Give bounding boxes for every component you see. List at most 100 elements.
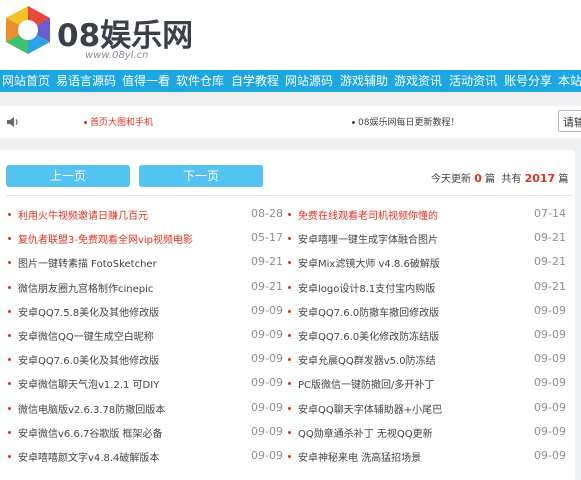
list-item[interactable]: 安卓Mix滤镜大师 v4.8.6破解版 09-21 (288, 255, 568, 273)
article-title-link[interactable]: 安卓logo设计8.1支付宝内购版 (298, 280, 435, 295)
logo-subtitle: www.08yl.cn (85, 50, 149, 61)
article-date: 09-21 (251, 279, 283, 293)
list-item[interactable]: 安卓微信v6.6.7谷歌版 框架必备 09-09 (8, 425, 285, 443)
article-title-link[interactable]: 图片一键转素描 FotoSketcher (18, 255, 157, 270)
article-date: 09-21 (534, 279, 566, 293)
bullet-dot-icon (8, 406, 11, 410)
prev-page-button[interactable]: 上一页 (6, 165, 130, 187)
nav-item-game-news[interactable]: 游戏资讯 (394, 70, 442, 92)
list-item[interactable]: 安卓QQ7.6.0美化及其他修改版 09-09 (8, 352, 285, 370)
nav-item-site-source[interactable]: 网站源码 (285, 70, 333, 92)
list-item[interactable]: 安卓QQ7.6.0防撤车撤回修改版 09-09 (288, 304, 568, 322)
list-item[interactable]: 微信朋友圈九宫格制作cinepic 09-21 (8, 280, 285, 298)
list-item[interactable]: 安卓嘻嘻颜文字v4.8.4破解版本 09-09 (8, 449, 285, 467)
main-nav: 网站首页 易语言源码 值得一看 软件仓库 自学教程 网站源码 游戏辅助 游戏资讯… (0, 70, 581, 92)
article-title-link[interactable]: 利用火牛视频邀请日赚几百元 (18, 207, 148, 222)
bullet-dot-icon (288, 285, 291, 289)
article-title-link[interactable]: PC版微信一键防撤回/多开补丁 (298, 376, 434, 391)
nav-item-site[interactable]: 本站 (558, 70, 581, 92)
article-title-link[interactable]: 微信朋友圈九宫格制作cinepic (18, 280, 153, 295)
list-item[interactable]: 安卓微信QQ一键生成空白昵称 09-09 (8, 328, 285, 346)
list-item[interactable]: 微信电脑版v2.6.3.78防撤回版本 09-09 (8, 401, 285, 419)
list-item[interactable]: 复仇者联盟3-免费观看全网vip视频电影 05-17 (8, 231, 285, 249)
list-item[interactable]: 安卓QQ聊天字体辅助器+小尾巴 09-09 (288, 401, 568, 419)
logo-text[interactable]: 08娱乐网 (57, 10, 193, 55)
list-item[interactable]: 安卓允晨QQ群发器v5.0防冻结 09-09 (288, 352, 568, 370)
article-title-link[interactable]: 安卓嘻嘻颜文字v4.8.4破解版本 (18, 449, 159, 464)
nav-item-e-language[interactable]: 易语言源码 (56, 70, 116, 92)
nav-item-activity-news[interactable]: 活动资讯 (449, 70, 497, 92)
article-title-link[interactable]: 安卓Mix滤镜大师 v4.8.6破解版 (298, 255, 440, 270)
list-item[interactable]: 免费在线观看老司机视频你懂的 07-14 (288, 207, 568, 225)
article-title-link[interactable]: 复仇者联盟3-免费观看全网vip视频电影 (18, 231, 193, 246)
list-item[interactable]: 安卓logo设计8.1支付宝内购版 09-21 (288, 280, 568, 298)
nav-item-account-share[interactable]: 账号分享 (504, 70, 552, 92)
list-item[interactable]: QQ勋章通杀补丁 无视QQ更新 09-09 (288, 425, 568, 443)
list-item[interactable]: 安卓QQ7.5.8美化及其他修改版 09-09 (8, 304, 285, 322)
article-date: 09-09 (251, 400, 283, 414)
article-date: 09-09 (251, 352, 283, 366)
bullet-dot-icon (8, 213, 11, 216)
notice-item[interactable]: 08娱乐网每日更新教程！ (352, 115, 459, 128)
article-date: 09-09 (251, 376, 283, 390)
stats-today-label: 今天更新 (431, 174, 471, 185)
bullet-dot-icon (84, 121, 87, 124)
bullet-dot-icon (8, 261, 11, 265)
article-date: 09-09 (534, 352, 566, 366)
article-date: 09-09 (534, 303, 566, 317)
list-item[interactable]: 安卓微信聊天气泡v1.2.1 可DIY 09-09 (8, 376, 285, 394)
next-page-button[interactable]: 下一页 (139, 165, 263, 187)
article-title-link[interactable]: 安卓嘻哩一键生成字体融合图片 (298, 231, 438, 246)
bullet-dot-icon (288, 213, 291, 216)
article-title-link[interactable]: 安卓神秘来电 洗高猛招场景 (298, 449, 421, 464)
article-date: 09-09 (534, 400, 566, 414)
bullet-dot-icon (288, 455, 291, 458)
list-item[interactable]: 安卓神秘来电 洗高猛招场景 09-09 (288, 449, 568, 467)
article-title-link[interactable]: 安卓QQ7.5.8美化及其他修改版 (18, 304, 159, 319)
notice-bar: 首页大图和手机 08娱乐网每日更新教程！ 请输 (0, 106, 581, 138)
notice-item[interactable]: 首页大图和手机 (84, 115, 153, 128)
nav-item-tutorials[interactable]: 自学教程 (231, 70, 279, 92)
nav-item-home[interactable]: 网站首页 (2, 70, 50, 92)
bullet-dot-icon (288, 430, 291, 434)
article-date: 07-14 (534, 207, 566, 220)
bullet-dot-icon (8, 285, 11, 289)
nav-item-game-assist[interactable]: 游戏辅助 (340, 70, 388, 92)
article-title-link[interactable]: 安卓QQ7.6.0美化修改防冻结版 (298, 328, 439, 343)
list-item[interactable]: 图片一键转素描 FotoSketcher 09-21 (8, 255, 285, 273)
article-date: 09-09 (534, 328, 566, 341)
notice-item-text: 08娱乐网每日更新教程！ (358, 118, 460, 128)
article-date: 05-17 (251, 231, 283, 245)
search-input[interactable]: 请输 (558, 110, 581, 132)
article-title-link[interactable]: 微信电脑版v2.6.3.78防撤回版本 (18, 401, 165, 416)
logo-icon[interactable] (2, 4, 54, 56)
article-date: 08-28 (251, 207, 283, 220)
nav-item-worth-seeing[interactable]: 值得一看 (122, 70, 170, 92)
article-title-link[interactable]: 安卓QQ7.6.0防撤车撤回修改版 (298, 304, 439, 319)
notice-item-text: 首页大图和手机 (90, 118, 154, 128)
bullet-dot-icon (8, 358, 11, 362)
bullet-dot-icon (288, 261, 291, 265)
bullet-dot-icon (8, 334, 11, 337)
list-item[interactable]: PC版微信一键防撤回/多开补丁 09-09 (288, 376, 568, 394)
article-date: 09-09 (251, 303, 283, 317)
article-date: 09-21 (251, 255, 283, 269)
article-title-link[interactable]: QQ勋章通杀补丁 无视QQ更新 (298, 425, 433, 440)
article-date: 09-09 (251, 449, 283, 462)
list-item[interactable]: 利用火牛视频邀请日赚几百元 08-28 (8, 207, 285, 225)
article-title-link[interactable]: 安卓微信v6.6.7谷歌版 框架必备 (18, 425, 163, 440)
article-title-link[interactable]: 安卓微信聊天气泡v1.2.1 可DIY (18, 376, 159, 391)
article-title-link[interactable]: 安卓允晨QQ群发器v5.0防冻结 (298, 352, 436, 367)
article-title-link[interactable]: 免费在线观看老司机视频你懂的 (298, 207, 438, 222)
article-title-link[interactable]: 安卓QQ聊天字体辅助器+小尾巴 (298, 401, 442, 416)
article-date: 09-09 (534, 449, 566, 462)
nav-item-software[interactable]: 软件仓库 (176, 70, 224, 92)
list-item[interactable]: 安卓嘻哩一键生成字体融合图片 09-21 (288, 231, 568, 249)
bullet-dot-icon (8, 430, 11, 434)
bullet-dot-icon (8, 237, 11, 241)
article-date: 09-09 (534, 424, 566, 438)
list-item[interactable]: 安卓QQ7.6.0美化修改防冻结版 09-09 (288, 328, 568, 346)
bullet-dot-icon (288, 309, 291, 313)
article-title-link[interactable]: 安卓QQ7.6.0美化及其他修改版 (18, 352, 159, 367)
article-title-link[interactable]: 安卓微信QQ一键生成空白昵称 (18, 328, 154, 343)
